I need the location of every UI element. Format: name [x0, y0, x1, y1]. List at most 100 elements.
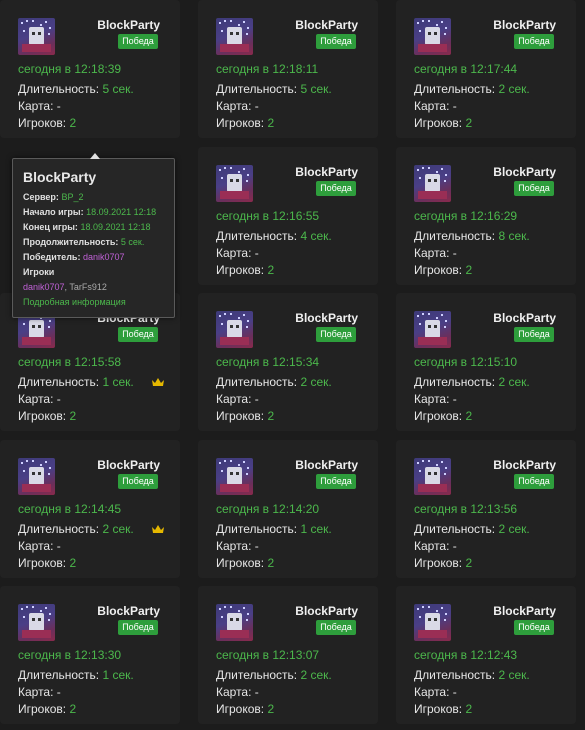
thumb-star	[428, 20, 430, 22]
game-thumbnail	[216, 165, 253, 202]
thumb-star	[422, 313, 424, 315]
players-label: Игроков:	[216, 409, 265, 423]
thumb-star	[49, 320, 51, 322]
duration-row: Длительность: 1 сек.	[18, 668, 134, 682]
map-row: Карта: -	[414, 99, 457, 113]
match-card[interactable]: BlockParty Победа сегодня в 12:18:39 Дли…	[0, 0, 180, 138]
tooltip-start-value: 18.09.2021 12:18	[86, 207, 157, 217]
duration-value: 1 сек.	[102, 375, 134, 389]
match-time: сегодня в 12:17:44	[414, 62, 518, 76]
match-card[interactable]: BlockParty Победа сегодня в 12:14:45 Дли…	[0, 440, 180, 578]
tooltip-start-label: Начало игры:	[23, 207, 84, 217]
tooltip-start: Начало игры: 18.09.2021 12:18	[23, 207, 156, 217]
match-time: сегодня в 12:13:30	[18, 648, 122, 662]
tooltip-player-1[interactable]: danik0707	[23, 282, 65, 292]
thumb-figure	[425, 613, 440, 631]
thumb-base	[220, 630, 249, 638]
match-time: сегодня в 12:14:20	[216, 502, 320, 516]
match-grid: BlockParty Победа сегодня в 12:18:39 Дли…	[0, 0, 585, 730]
map-value: -	[56, 392, 61, 406]
tooltip-players-label: Игроки	[23, 267, 55, 277]
match-card[interactable]: BlockParty Победа сегодня в 12:13:30 Дли…	[0, 586, 180, 724]
thumb-star	[23, 323, 25, 325]
duration-value: 2 сек.	[300, 375, 332, 389]
thumb-star	[246, 473, 248, 475]
thumb-star	[238, 171, 240, 173]
thumb-star	[246, 180, 248, 182]
match-card[interactable]: BlockParty Победа сегодня в 12:16:29 Дли…	[396, 147, 576, 285]
match-card[interactable]: BlockParty Победа сегодня в 12:13:56 Дли…	[396, 440, 576, 578]
thumb-star	[224, 313, 226, 315]
duration-label: Длительность:	[18, 668, 100, 682]
game-title: BlockParty	[97, 458, 160, 472]
tooltip-details-link[interactable]: Подробная информация	[23, 297, 126, 307]
duration-label: Длительность:	[216, 229, 298, 243]
win-badge: Победа	[316, 474, 356, 489]
thumb-figure	[227, 613, 242, 631]
duration-row: Длительность: 2 сек.	[414, 82, 530, 96]
players-value: 2	[267, 116, 275, 130]
thumb-figure	[227, 27, 242, 45]
map-row: Карта: -	[18, 392, 61, 406]
map-row: Карта: -	[414, 246, 457, 260]
players-label: Игроков:	[414, 702, 463, 716]
thumb-star	[21, 462, 23, 464]
duration-label: Длительность:	[414, 229, 496, 243]
thumb-star	[428, 167, 430, 169]
match-card[interactable]: BlockParty Победа сегодня в 12:17:44 Дли…	[396, 0, 576, 138]
thumb-base	[220, 44, 249, 52]
match-card[interactable]: BlockParty Победа сегодня в 12:18:11 Дли…	[198, 0, 378, 138]
tooltip-arrow	[90, 153, 100, 159]
map-row: Карта: -	[216, 392, 259, 406]
match-card[interactable]: BlockParty Победа сегодня в 12:15:34 Дли…	[198, 293, 378, 431]
players-value: 2	[69, 702, 77, 716]
map-row: Карта: -	[18, 685, 61, 699]
players-value: 2	[465, 263, 473, 277]
players-row: Игроков: 2	[18, 702, 76, 716]
thumb-star	[238, 610, 240, 612]
thumb-base	[418, 191, 447, 199]
map-value: -	[56, 539, 61, 553]
thumb-star	[441, 461, 443, 463]
tooltip-title: BlockParty	[23, 169, 97, 185]
map-label: Карта:	[216, 685, 252, 699]
match-card[interactable]: BlockParty Победа сегодня в 12:13:07 Дли…	[198, 586, 378, 724]
game-thumbnail	[216, 604, 253, 641]
thumb-star	[444, 33, 446, 35]
match-card[interactable]: BlockParty Победа сегодня в 12:12:43 Дли…	[396, 586, 576, 724]
duration-label: Длительность:	[414, 375, 496, 389]
duration-label: Длительность:	[216, 375, 298, 389]
tooltip-winner-value[interactable]: danik0707	[83, 252, 125, 262]
duration-label: Длительность:	[414, 522, 496, 536]
tooltip-player-2[interactable]: TarFs912	[69, 282, 107, 292]
players-label: Игроков:	[414, 409, 463, 423]
tooltip-end: Конец игры: 18.09.2021 12:18	[23, 222, 151, 232]
win-badge: Победа	[316, 34, 356, 49]
map-row: Карта: -	[216, 539, 259, 553]
players-row: Игроков: 2	[216, 556, 274, 570]
thumb-star	[441, 607, 443, 609]
thumb-figure	[425, 174, 440, 192]
players-label: Игроков:	[216, 702, 265, 716]
duration-value: 2 сек.	[498, 375, 530, 389]
match-time: сегодня в 12:18:11	[216, 62, 319, 76]
match-card[interactable]: BlockParty Победа сегодня в 12:15:10 Дли…	[396, 293, 576, 431]
players-label: Игроков:	[18, 409, 67, 423]
thumb-star	[246, 33, 248, 35]
thumb-star	[230, 313, 232, 315]
thumb-star	[445, 27, 447, 29]
thumb-star	[445, 613, 447, 615]
crown-icon	[152, 378, 164, 386]
game-thumbnail	[18, 18, 55, 55]
duration-value: 2 сек.	[102, 522, 134, 536]
match-time: сегодня в 12:13:07	[216, 648, 320, 662]
thumb-base	[22, 44, 51, 52]
game-title: BlockParty	[97, 604, 160, 618]
map-value: -	[452, 685, 457, 699]
match-card[interactable]: BlockParty Победа сегодня в 12:16:55 Дли…	[198, 147, 378, 285]
win-badge: Победа	[118, 327, 158, 342]
win-badge: Победа	[514, 181, 554, 196]
match-time: сегодня в 12:15:34	[216, 355, 320, 369]
thumb-star	[219, 462, 221, 464]
match-card[interactable]: BlockParty Победа сегодня в 12:14:20 Дли…	[198, 440, 378, 578]
